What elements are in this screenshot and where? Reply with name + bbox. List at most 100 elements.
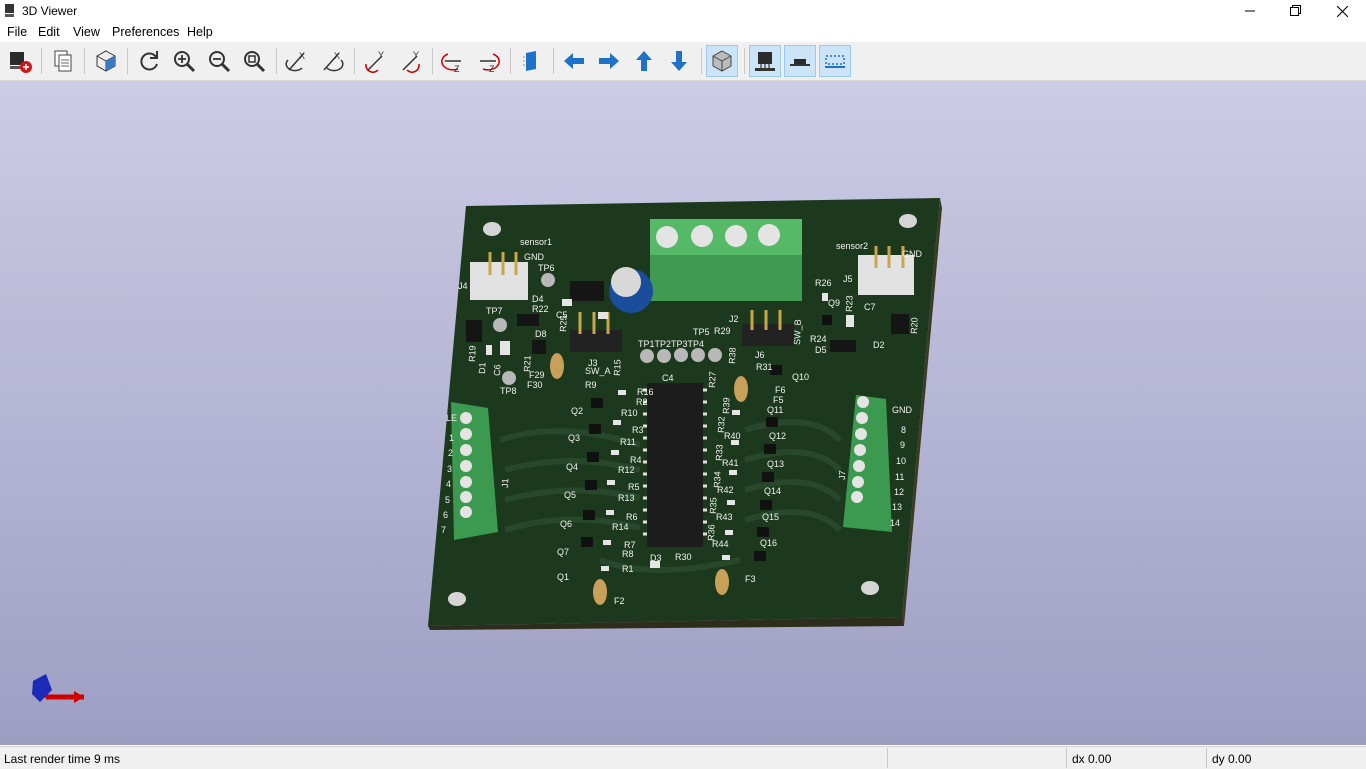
label-q11: Q11 — [767, 405, 783, 415]
rotate-y-ccw-button[interactable]: Y — [394, 45, 426, 77]
zoom-out-icon — [209, 51, 231, 73]
mounting-hole — [899, 214, 917, 228]
zoom-fit-icon — [244, 51, 266, 73]
label-q9: Q9 — [828, 298, 840, 308]
zoom-fit-button[interactable] — [238, 45, 270, 77]
label-r31: R31 — [756, 362, 773, 372]
render-time-status: Last render time 9 ms — [4, 752, 121, 766]
menu-file[interactable]: File — [7, 25, 27, 39]
label-r1: R1 — [622, 564, 634, 574]
toolbar-separator — [553, 48, 554, 74]
label-r21: R21 — [522, 355, 533, 372]
label-r42: R42 — [717, 485, 734, 495]
show-smd-button[interactable] — [784, 45, 816, 77]
move-right-button[interactable] — [593, 45, 625, 77]
menu-preferences[interactable]: Preferences — [112, 25, 179, 39]
close-button[interactable] — [1319, 0, 1365, 22]
render-button[interactable] — [4, 45, 36, 77]
status-separator — [887, 748, 888, 768]
axis-gizmo — [32, 674, 84, 703]
label-r26: R26 — [815, 278, 832, 288]
label-j7-pin: 13 — [892, 502, 902, 512]
minimize-button[interactable] — [1227, 0, 1273, 22]
rotate-x-ccw-button[interactable]: X — [316, 45, 348, 77]
label-r14: R14 — [612, 522, 629, 532]
ic-chip — [647, 383, 703, 547]
view-3d-button[interactable] — [90, 45, 122, 77]
rotate-y-cw-button[interactable]: Y — [359, 45, 391, 77]
flip-board-button[interactable] — [515, 45, 547, 77]
move-down-button[interactable] — [663, 45, 695, 77]
restore-button[interactable] — [1273, 0, 1319, 22]
label-j7-pin: 10 — [896, 456, 906, 466]
window-title: 3D Viewer — [22, 4, 78, 18]
label-q6: Q6 — [560, 519, 572, 529]
label-sw-b: SW_B — [792, 319, 803, 345]
close-icon — [1336, 5, 1348, 17]
svg-text:X: X — [299, 51, 305, 61]
minimize-icon — [1245, 10, 1255, 12]
label-q13: Q13 — [767, 459, 784, 469]
label-d5: D5 — [815, 345, 827, 355]
rotate-z-ccw-button[interactable]: Z — [472, 45, 504, 77]
label-q14: Q14 — [764, 486, 781, 496]
label-q5: Q5 — [564, 490, 576, 500]
label-d1: D1 — [477, 362, 487, 374]
screw-terminal — [691, 225, 713, 247]
label-c7: C7 — [864, 302, 876, 312]
label-f3: F3 — [745, 574, 756, 584]
label-sensor2: sensor2 — [836, 241, 868, 251]
reload-button[interactable] — [133, 45, 165, 77]
zoom-in-button[interactable] — [168, 45, 200, 77]
status-separator — [1066, 748, 1067, 768]
rotate-x-cw-icon: X — [285, 51, 305, 72]
label-r27: R27 — [707, 371, 718, 388]
label-tp6: TP6 — [538, 263, 555, 273]
menu-view[interactable]: View — [73, 25, 100, 39]
copy-button[interactable] — [47, 45, 79, 77]
zoom-out-button[interactable] — [203, 45, 235, 77]
label-j7-pin: 14 — [890, 518, 900, 528]
label-tp5: TP5 — [693, 327, 710, 337]
refresh-icon — [140, 51, 158, 71]
menu-help[interactable]: Help — [187, 25, 213, 39]
toggle-ortho-button[interactable] — [706, 45, 738, 77]
svg-text:Y: Y — [413, 50, 419, 60]
menu-edit[interactable]: Edit — [38, 25, 60, 39]
toolbar-separator — [701, 48, 702, 74]
screw-terminal — [758, 224, 780, 246]
label-j4: J4 — [458, 281, 468, 291]
app-icon — [5, 4, 14, 17]
svg-text:Z: Z — [489, 64, 495, 74]
label-gnd-right: GND — [902, 249, 923, 259]
status-bar: Last render time 9 ms dx 0.00 dy 0.00 — [0, 746, 1366, 769]
label-r44: R44 — [712, 539, 729, 549]
label-r15: R15 — [612, 359, 623, 376]
move-left-button[interactable] — [558, 45, 590, 77]
rotate-z-ccw-icon: Z — [480, 53, 500, 74]
label-q2: Q2 — [571, 406, 583, 416]
mounting-hole — [861, 581, 879, 595]
label-r19: R19 — [467, 345, 478, 362]
3d-viewport[interactable]: sensor1 sensor2 GND GND GND TP6 TP7 TP8 … — [0, 81, 1366, 745]
label-q15: Q15 — [762, 512, 779, 522]
move-up-button[interactable] — [628, 45, 660, 77]
label-r30: R30 — [675, 552, 692, 562]
show-virtual-button[interactable] — [819, 45, 851, 77]
label-j6: J6 — [755, 350, 765, 360]
arrow-right-icon — [599, 53, 619, 69]
svg-text:Y: Y — [378, 50, 384, 60]
label-q1: Q1 — [557, 572, 569, 582]
toolbar-separator — [354, 48, 355, 74]
label-d3: D3 — [650, 553, 662, 563]
rotate-x-cw-button[interactable]: X — [281, 45, 313, 77]
rotate-z-cw-button[interactable]: Z — [437, 45, 469, 77]
through-hole-icon — [755, 52, 775, 71]
label-q4: Q4 — [566, 462, 578, 472]
label-j1-pin: 5 — [445, 495, 450, 505]
pcb-render: sensor1 sensor2 GND GND GND TP6 TP7 TP8 … — [32, 198, 942, 703]
label-r29: R29 — [714, 326, 731, 336]
toolbar: X X Y Y Z Z — [0, 42, 1366, 81]
show-through-hole-button[interactable] — [749, 45, 781, 77]
label-f2: F2 — [614, 596, 625, 606]
